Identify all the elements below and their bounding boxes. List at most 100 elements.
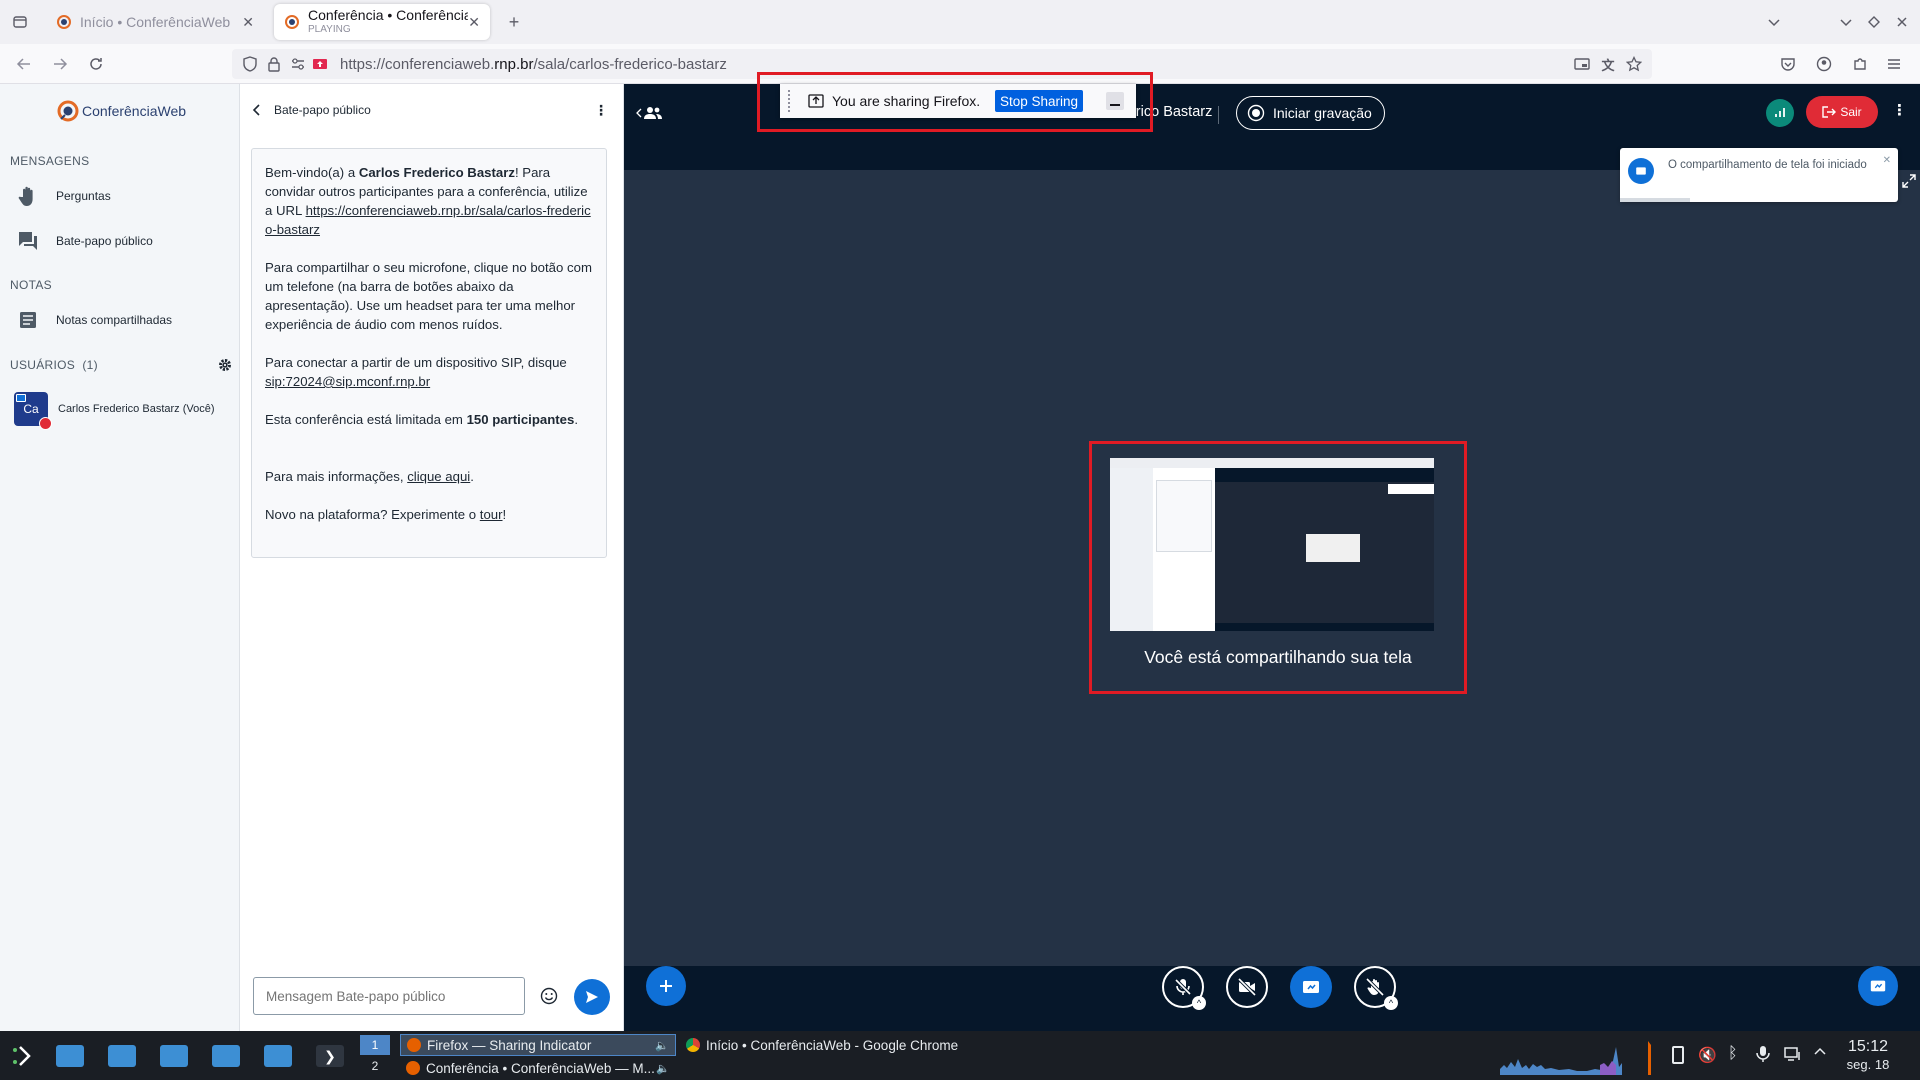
raised-hand-icon xyxy=(16,184,40,208)
extensions-icon[interactable] xyxy=(1848,52,1872,76)
options-kebab-icon[interactable]: ⋮ xyxy=(1892,103,1907,118)
send-message-button[interactable] xyxy=(574,979,610,1015)
task-title: Firefox — Sharing Indicator xyxy=(427,1037,592,1053)
raise-hand-button[interactable]: ^ xyxy=(1354,966,1398,1010)
sidebar-item-shared-notes[interactable]: Notas compartilhadas xyxy=(16,308,172,332)
firefox-icon xyxy=(407,1038,421,1052)
desktop-taskbar: ❯ 1 2 Firefox — Sharing Indicator 🔈 Conf… xyxy=(0,1031,1920,1080)
browser-tab-conferencia[interactable]: Conferência • ConferênciaW PLAYING ✕ xyxy=(274,4,490,40)
task-firefox-sharing-indicator[interactable]: Firefox — Sharing Indicator 🔈 xyxy=(400,1034,676,1056)
app-launcher-icon[interactable] xyxy=(10,1042,38,1070)
close-window-icon[interactable] xyxy=(1890,10,1914,34)
system-monitor-graph xyxy=(1500,1041,1651,1075)
permissions-icon[interactable] xyxy=(286,52,310,76)
workspace-2[interactable]: 2 xyxy=(360,1056,390,1076)
sidebar-item-questions[interactable]: Perguntas xyxy=(16,184,111,208)
lock-icon[interactable] xyxy=(262,52,286,76)
network-icon[interactable] xyxy=(1784,1046,1802,1062)
minimize-window-icon[interactable] xyxy=(1834,10,1858,34)
new-tab-icon[interactable]: + xyxy=(502,10,526,34)
charts-folder-icon[interactable] xyxy=(212,1045,240,1067)
welcome-paragraph: Novo na plataforma? Experimente o tour! xyxy=(265,507,507,522)
url-text: https://conferenciaweb.rnp.br/sala/carlo… xyxy=(340,55,727,73)
pictures-folder-icon[interactable] xyxy=(160,1045,188,1067)
share-webcam-button[interactable] xyxy=(1226,966,1268,1008)
unmute-microphone-button[interactable]: ^ xyxy=(1162,966,1206,1010)
bluetooth-icon[interactable]: ᛒ xyxy=(1728,1045,1738,1063)
browser-tab-inicio[interactable]: Início • ConferênciaWeb ✕ xyxy=(46,4,264,40)
muted-mic-badge-icon xyxy=(39,417,52,430)
sidebar-item-public-chat[interactable]: Bate-papo público xyxy=(16,229,153,253)
sip-address-link[interactable]: sip:72024@sip.mconf.rnp.br xyxy=(265,374,430,389)
account-icon[interactable] xyxy=(1812,52,1836,76)
terminal-icon[interactable]: ❯ xyxy=(316,1045,344,1067)
maximize-window-icon[interactable] xyxy=(1862,10,1886,34)
chat-message-input[interactable] xyxy=(253,977,525,1015)
welcome-paragraph: Para mais informações, clique aqui. xyxy=(265,469,474,484)
tab-title: Conferência • ConferênciaW xyxy=(308,7,468,23)
chat-icon xyxy=(16,229,40,253)
record-label: Iniciar gravação xyxy=(1273,105,1372,121)
welcome-paragraph: Bem-vindo(a) a Carlos Frederico Bastarz!… xyxy=(265,165,591,237)
avatar: Ca xyxy=(14,392,52,430)
toast-progress-bar xyxy=(1620,198,1690,202)
chevron-up-icon[interactable]: ^ xyxy=(1384,996,1398,1010)
chat-options-kebab-icon[interactable]: ⋮ xyxy=(594,103,608,117)
welcome-paragraph: Para compartilhar o seu microfone, cliqu… xyxy=(265,260,592,332)
workspace-1[interactable]: 1 xyxy=(360,1035,390,1055)
home-folder-icon[interactable] xyxy=(56,1045,84,1067)
translate-icon[interactable]: 文 xyxy=(1596,52,1620,76)
more-info-link[interactable]: clique aqui xyxy=(407,469,470,484)
fullscreen-icon[interactable] xyxy=(1902,174,1916,188)
welcome-paragraph: Esta conferência está limitada em 150 pa… xyxy=(265,412,578,427)
close-tab-icon[interactable]: ✕ xyxy=(468,14,480,31)
documents-folder-icon[interactable] xyxy=(108,1045,136,1067)
downloads-folder-icon[interactable] xyxy=(264,1045,292,1067)
toast-message: O compartilhamento de tela foi iniciado xyxy=(1668,159,1867,171)
tour-link[interactable]: tour xyxy=(480,507,503,522)
chat-title: Bate-papo público xyxy=(274,103,371,117)
shield-icon[interactable] xyxy=(238,52,262,76)
users-count: (1) xyxy=(82,358,98,372)
close-toast-icon[interactable]: ✕ xyxy=(1883,152,1891,169)
reload-icon[interactable] xyxy=(84,52,108,76)
stop-screenshare-button[interactable] xyxy=(1290,966,1332,1008)
restore-presentation-button[interactable] xyxy=(1858,966,1898,1006)
close-tab-icon[interactable]: ✕ xyxy=(242,14,254,31)
room-url-link[interactable]: https://conferenciaweb.rnp.br/sala/carlo… xyxy=(265,203,591,237)
tab-title: Início • ConferênciaWeb xyxy=(80,14,231,30)
screen-sharing-indicator-icon[interactable] xyxy=(308,52,332,76)
tab-list-icon[interactable] xyxy=(8,10,32,34)
camera-off-icon xyxy=(1237,977,1257,997)
chevron-down-icon[interactable] xyxy=(1762,10,1786,34)
actions-plus-button[interactable] xyxy=(646,966,686,1006)
task-chrome-inicio[interactable]: Início • ConferênciaWeb - Google Chrome xyxy=(680,1034,964,1056)
clock[interactable]: 15:12 seg. 18 xyxy=(1838,1038,1898,1074)
bookmark-star-icon[interactable] xyxy=(1622,52,1646,76)
clipboard-icon[interactable] xyxy=(1672,1046,1684,1064)
task-firefox-conferencia[interactable]: Conferência • ConferênciaWeb — M... 🔈 xyxy=(400,1057,676,1079)
chevron-up-icon[interactable]: ^ xyxy=(1192,996,1206,1010)
toggle-userlist-button[interactable] xyxy=(636,106,662,120)
gear-icon[interactable] xyxy=(218,358,232,372)
hand-off-icon xyxy=(1365,977,1385,997)
picture-in-picture-icon[interactable] xyxy=(1570,52,1594,76)
audio-playing-icon: 🔈 xyxy=(655,1039,669,1052)
chevron-up-icon[interactable] xyxy=(1814,1046,1826,1056)
forward-icon[interactable] xyxy=(48,52,72,76)
conferenciaweb-logo[interactable]: ConferênciaWeb xyxy=(56,98,186,124)
chevron-left-icon[interactable] xyxy=(252,104,262,116)
conference-sidebar: ConferênciaWeb MENSAGENS Perguntas Bate-… xyxy=(0,84,240,1031)
emoji-icon[interactable] xyxy=(540,987,560,1007)
connection-status-button[interactable] xyxy=(1766,99,1794,127)
leave-button[interactable]: Sair xyxy=(1806,96,1878,128)
microphone-icon[interactable] xyxy=(1756,1045,1770,1063)
app-menu-icon[interactable] xyxy=(1882,52,1906,76)
record-icon xyxy=(1247,104,1265,122)
pocket-icon[interactable] xyxy=(1776,52,1800,76)
start-recording-button[interactable]: Iniciar gravação xyxy=(1236,96,1385,130)
sidebar-item-label: Bate-papo público xyxy=(56,234,153,248)
back-icon[interactable] xyxy=(12,52,36,76)
user-list-item[interactable]: Ca Carlos Frederico Bastarz (Você) xyxy=(14,392,215,430)
volume-muted-icon[interactable]: 🔇 xyxy=(1698,1046,1717,1064)
